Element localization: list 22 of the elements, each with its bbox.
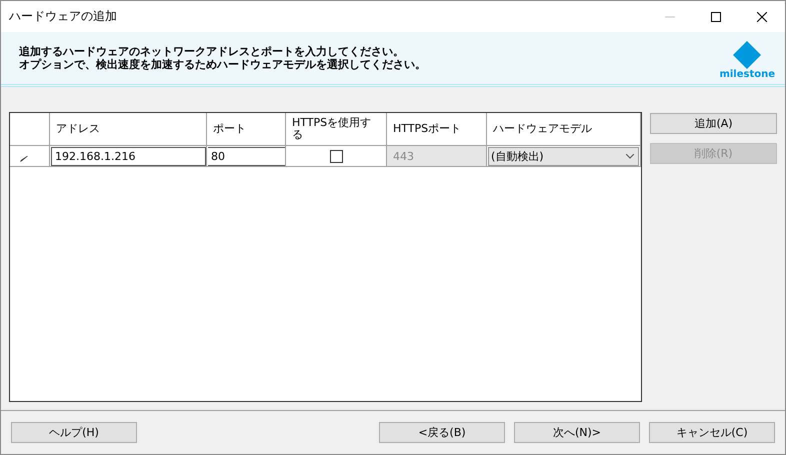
close-icon[interactable] [757,12,767,22]
column-header: ハードウェアモデル [487,113,641,146]
logo-text: milestone [719,68,775,80]
checkbox[interactable] [330,150,342,162]
column-header: HTTPSを使用する [286,113,387,146]
instruction-text: オプションで、検出速度を加速するためハードウェアモデルを選択してください。 [19,58,426,71]
instruction-text: 追加するハードウェアのネットワークアドレスとポートを入力してください。 [19,45,405,58]
chevron-down-icon [626,154,634,158]
footer-button[interactable]: ヘルプ(H) [11,422,137,443]
diamond-logo-icon [733,40,762,68]
address-field[interactable]: 192.168.1.216 [51,146,206,166]
maximize-icon[interactable] [711,12,721,22]
https-port-text: 443 [393,150,414,162]
side-button[interactable]: 追加(A) [650,113,777,134]
footer-button[interactable]: キャンセル(C) [649,422,775,443]
port-field[interactable]: 80 [208,146,285,166]
column-header: アドレス [50,113,207,146]
column-header: ポート [207,113,286,146]
model-dropdown[interactable]: (自動検出) [488,146,639,166]
footer-button[interactable]: <戻る(B) [379,422,505,443]
footer-button[interactable]: 次へ(N)> [514,422,640,443]
window-title: ハードウェアの追加 [9,8,117,25]
